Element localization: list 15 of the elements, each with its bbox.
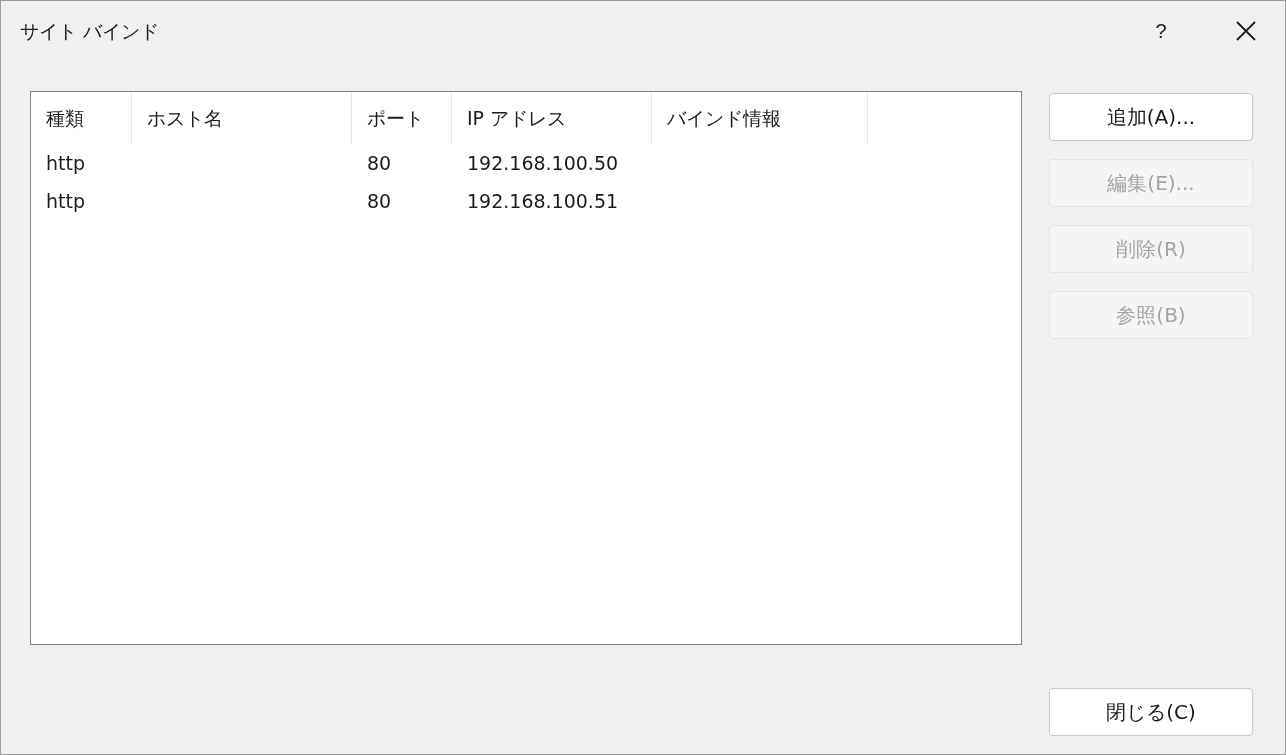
column-header[interactable]: ホスト名 bbox=[132, 92, 352, 144]
table-cell-text: http bbox=[46, 150, 85, 176]
dialog-button[interactable]: 閉じる(C) bbox=[1049, 688, 1253, 736]
window-title: サイト バインド bbox=[20, 18, 160, 44]
table-cell-text: 80 bbox=[367, 150, 392, 176]
column-header[interactable]: IP アドレス bbox=[452, 92, 652, 144]
table-cell-text: 192.168.100.51 bbox=[467, 188, 619, 214]
dialog-button[interactable]: 追加(A)... bbox=[1049, 93, 1253, 141]
table-cell-text: 80 bbox=[367, 188, 392, 214]
column-header[interactable]: バインド情報 bbox=[652, 92, 868, 144]
table-cell-text: 192.168.100.50 bbox=[467, 150, 619, 176]
column-header[interactable]: 種類 bbox=[31, 92, 132, 144]
column-header[interactable]: ポート bbox=[352, 92, 452, 144]
help-button[interactable]: ? bbox=[1141, 11, 1181, 51]
table-cell-text: http bbox=[46, 188, 85, 214]
